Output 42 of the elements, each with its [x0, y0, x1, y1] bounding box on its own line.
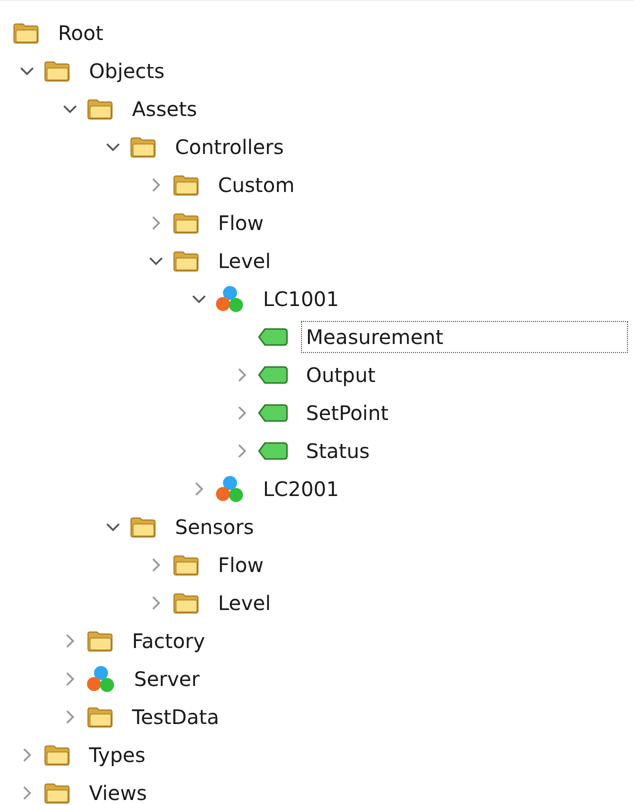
tree-item[interactable]: Controllers	[170, 131, 289, 163]
tree-item[interactable]: Assets	[127, 93, 202, 125]
folder-icon	[172, 250, 200, 272]
tree-item[interactable]: TestData	[127, 701, 224, 733]
tag-icon	[258, 365, 288, 385]
folder-icon	[86, 630, 114, 652]
folder-icon	[86, 98, 114, 120]
folder-icon	[12, 22, 40, 44]
folder-icon	[43, 744, 71, 766]
folder-icon	[86, 706, 114, 728]
cubes-icon	[215, 475, 245, 503]
tree-item[interactable]: Root	[53, 17, 108, 49]
tree-item[interactable]: Measurement	[301, 321, 628, 353]
folder-icon	[172, 554, 200, 576]
tree-item[interactable]: Status	[301, 435, 375, 467]
folder-icon	[43, 782, 71, 804]
tree-item[interactable]: Factory	[127, 625, 210, 657]
tree-item[interactable]: Server	[129, 663, 205, 695]
folder-icon	[43, 60, 71, 82]
tree-item[interactable]: Flow	[213, 549, 269, 581]
tree-item[interactable]: Types	[84, 739, 150, 771]
tag-icon	[258, 441, 288, 461]
tag-icon	[258, 327, 288, 347]
tree-item[interactable]: LC2001	[258, 473, 344, 505]
tree-item[interactable]: Output	[301, 359, 380, 391]
cubes-icon	[86, 665, 116, 693]
folder-icon	[129, 516, 157, 538]
tree-item[interactable]: Views	[84, 777, 152, 805]
folder-icon	[172, 174, 200, 196]
tree-item[interactable]: Sensors	[170, 511, 259, 543]
folder-icon	[172, 212, 200, 234]
tree-item[interactable]: Flow	[213, 207, 269, 239]
folder-icon	[129, 136, 157, 158]
tree-item[interactable]: SetPoint	[301, 397, 394, 429]
tree-item[interactable]: Level	[213, 245, 276, 277]
tree-item[interactable]: LC1001	[258, 283, 344, 315]
tag-icon	[258, 403, 288, 423]
tree-item[interactable]: Objects	[84, 55, 170, 87]
tree-item[interactable]: Level	[213, 587, 276, 619]
cubes-icon	[215, 285, 245, 313]
tree-item[interactable]: Custom	[213, 169, 300, 201]
folder-icon	[172, 592, 200, 614]
